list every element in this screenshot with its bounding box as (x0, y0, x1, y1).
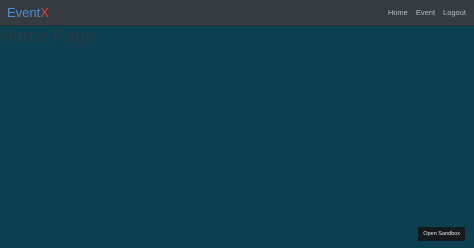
nav-links: Home Event Logout (388, 9, 466, 17)
brand-text-x: X (40, 5, 49, 20)
top-navbar: Event X Home Event Logout (0, 0, 474, 26)
nav-link-logout[interactable]: Logout (443, 9, 466, 17)
page-title: Home Page (0, 26, 96, 46)
brand-text-event: Event (7, 5, 41, 20)
brand-logo[interactable]: Event X (7, 6, 49, 19)
nav-link-home[interactable]: Home (388, 9, 408, 17)
main-content (0, 26, 474, 248)
nav-link-event[interactable]: Event (416, 9, 435, 17)
open-sandbox-button[interactable]: Open Sandbox (418, 227, 465, 241)
